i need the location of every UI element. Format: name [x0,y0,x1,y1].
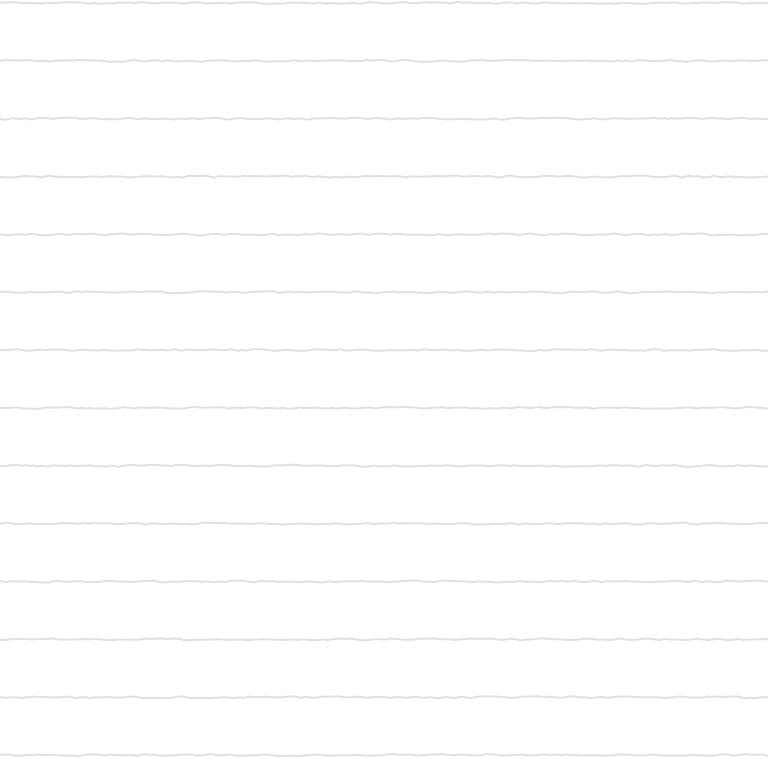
lined-paper [0,0,768,759]
ruled-line [0,405,768,410]
ruled-line [0,637,768,642]
ruled-line [0,1,768,5]
ruled-line [0,174,768,179]
ruled-line [0,695,768,700]
ruled-line [0,58,768,63]
ruled-line [0,116,768,121]
ruled-line [0,753,768,758]
ruled-line [0,521,768,526]
ruled-line [0,463,768,468]
ruled-line [0,579,768,584]
ruled-line [0,290,768,295]
ruled-line [0,348,768,353]
ruled-lines [0,1,768,758]
ruled-line [0,232,768,237]
